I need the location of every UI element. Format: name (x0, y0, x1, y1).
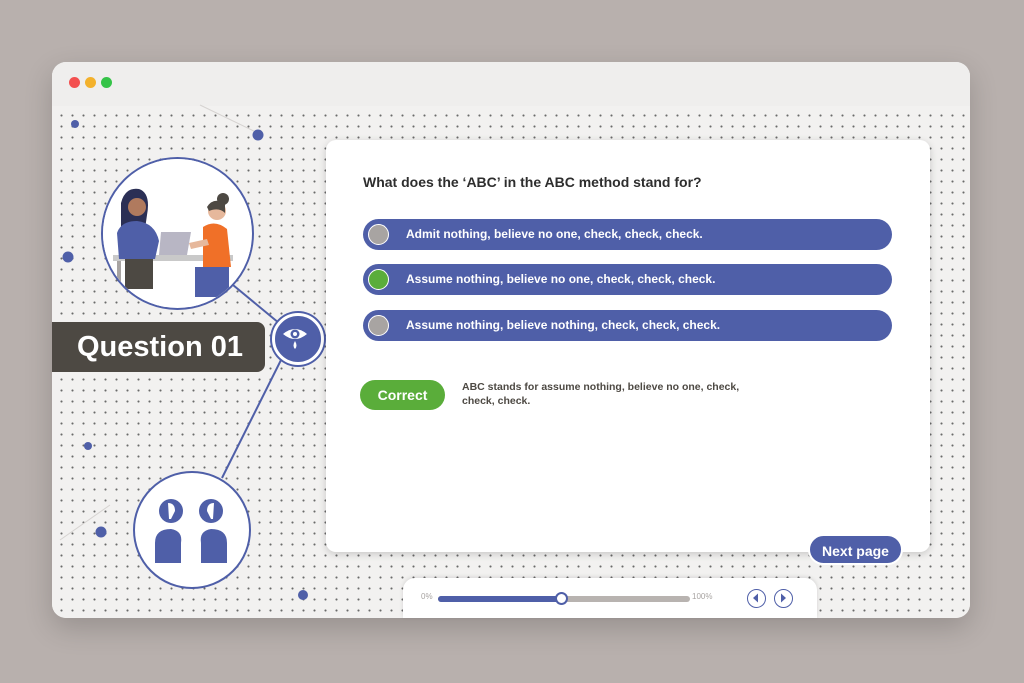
next-icon (781, 593, 786, 603)
option-radio-selected[interactable] (368, 269, 389, 290)
two-people-icon (155, 499, 227, 563)
prev-icon (753, 593, 758, 603)
forward-button[interactable] (774, 589, 793, 608)
question-number-label: Question 01 (52, 322, 265, 372)
progress-panel: 0% 100% (403, 578, 817, 618)
answer-option-1[interactable]: Admit nothing, believe no one, check, ch… (363, 219, 892, 250)
progress-track[interactable] (438, 592, 690, 605)
next-page-button[interactable]: Next page (808, 534, 903, 565)
progress-fill (438, 596, 562, 602)
faint-line (199, 104, 263, 136)
eye-tear-icon (272, 313, 324, 365)
meeting-illustration (101, 157, 254, 310)
answer-option-2[interactable]: Assume nothing, believe no one, check, c… (363, 264, 892, 295)
previous-button[interactable] (747, 589, 766, 608)
option-radio[interactable] (368, 224, 389, 245)
option-label: Admit nothing, believe no one, check, ch… (406, 227, 703, 241)
deco-dot (298, 590, 308, 600)
answer-option-3[interactable]: Assume nothing, believe nothing, check, … (363, 310, 892, 341)
progress-max-label: 100% (692, 592, 713, 601)
option-radio[interactable] (368, 315, 389, 336)
option-label: Assume nothing, believe nothing, check, … (406, 318, 721, 332)
eye-tear-icon-svg (283, 329, 307, 349)
deco-dot (71, 120, 79, 128)
deco-dot (95, 526, 107, 538)
deco-dot (84, 442, 92, 450)
question-text: What does the ‘ABC’ in the ABC method st… (363, 174, 702, 190)
quiz-card: What does the ‘ABC’ in the ABC method st… (326, 140, 930, 552)
option-label: Assume nothing, believe no one, check, c… (406, 272, 716, 286)
correct-badge: Correct (360, 380, 445, 410)
feedback-explanation: ABC stands for assume nothing, believe n… (462, 381, 740, 407)
deco-dot (252, 129, 264, 141)
progress-handle[interactable] (555, 592, 569, 605)
progress-min-label: 0% (421, 592, 433, 601)
people-illustration (133, 471, 251, 589)
meeting-illustration-icon (103, 159, 251, 307)
deco-dot (62, 251, 74, 263)
